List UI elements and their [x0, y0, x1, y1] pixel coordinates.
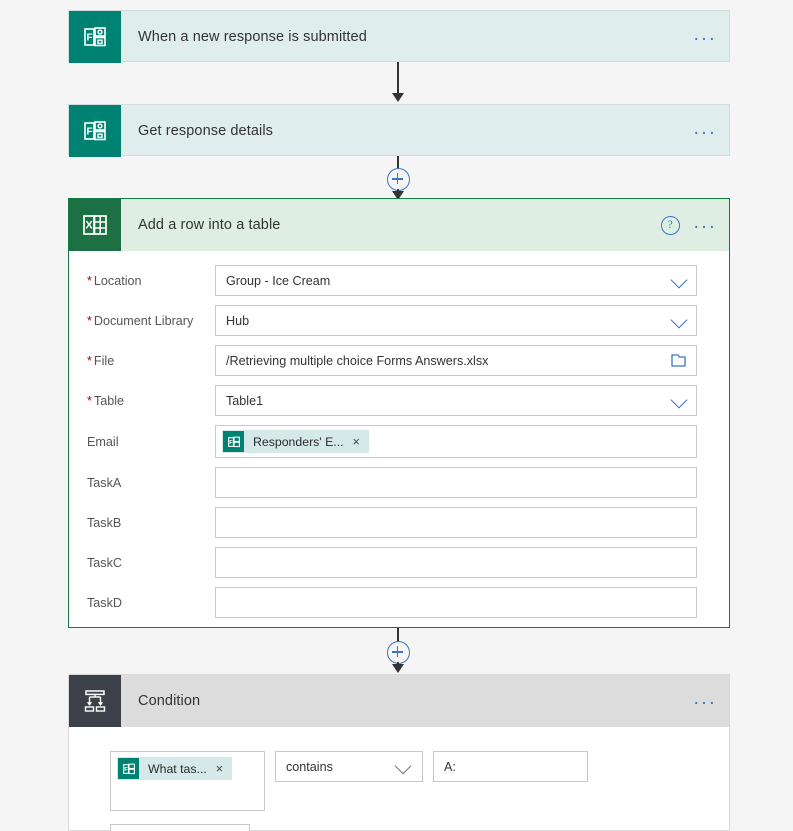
- taskb-input[interactable]: [215, 507, 697, 538]
- field-row-email: Email F Responders' E... ×: [69, 425, 729, 458]
- svg-text:F: F: [229, 440, 233, 446]
- field-row-taskb: TaskB: [69, 507, 729, 538]
- remove-token-icon[interactable]: ×: [353, 435, 369, 449]
- file-value: /Retrieving multiple choice Forms Answer…: [226, 353, 489, 368]
- condition-left-operand-input[interactable]: F What tas... ×: [110, 751, 265, 811]
- svg-text:F: F: [86, 127, 92, 138]
- insert-step-button[interactable]: [386, 641, 410, 664]
- condition-operator-value: contains: [286, 759, 333, 774]
- card-when-a-new-response-is-submitted[interactable]: F When a new response is submitted ...: [68, 10, 730, 63]
- connector-arrow: [391, 93, 404, 102]
- insert-step-button[interactable]: [386, 168, 410, 191]
- help-icon[interactable]: ?: [660, 215, 680, 235]
- card-title: Add a row into a table: [138, 217, 281, 233]
- field-label-taskd: TaskD: [87, 595, 122, 610]
- token-label: What tas...: [148, 761, 207, 776]
- field-label-email: Email: [87, 434, 119, 449]
- taskd-input[interactable]: [215, 587, 697, 618]
- card-header-actions: ...: [694, 675, 717, 727]
- table-value: Table1: [226, 393, 264, 408]
- condition-add-row-input[interactable]: [110, 824, 250, 831]
- card-header: Condition ...: [69, 675, 729, 727]
- excel-action-fields: * Location Group - Ice Cream * Document Li…: [69, 251, 729, 645]
- microsoft-forms-icon: F: [69, 11, 121, 63]
- field-row-taskc: TaskC: [69, 547, 729, 578]
- condition-secondary-row: [69, 824, 729, 831]
- card-title: Get response details: [138, 123, 273, 139]
- card-header: F Get response details ...: [69, 105, 729, 157]
- token-label: Responders' E...: [253, 434, 344, 449]
- flow-designer-canvas: F When a new response is submitted ... F…: [0, 0, 793, 831]
- table-dropdown[interactable]: Table1: [215, 385, 697, 416]
- field-label-taskb: TaskB: [87, 515, 122, 530]
- folder-picker-icon[interactable]: [671, 353, 686, 367]
- field-label-location: * Location: [87, 273, 142, 288]
- condition-right-operand-input[interactable]: A:: [433, 751, 588, 782]
- required-indicator: *: [87, 273, 92, 288]
- card-header-actions: ...: [694, 105, 717, 157]
- field-row-document-library: * Document Library Hub: [69, 305, 729, 336]
- condition-branch-icon: [69, 675, 121, 727]
- field-label-taskc: TaskC: [87, 555, 122, 570]
- card-header-actions: ? ...: [660, 199, 717, 251]
- document-library-value: Hub: [226, 313, 250, 328]
- field-row-taskd: TaskD: [69, 587, 729, 618]
- field-label-taska: TaskA: [87, 475, 122, 490]
- chevron-down-icon: [670, 391, 688, 408]
- field-row-file: * File /Retrieving multiple choice Forms …: [69, 345, 729, 376]
- excel-icon: X: [69, 199, 121, 251]
- required-indicator: *: [87, 393, 92, 408]
- card-header: F When a new response is submitted ...: [69, 11, 729, 63]
- field-row-location: * Location Group - Ice Cream: [69, 265, 729, 296]
- condition-operator-dropdown[interactable]: contains: [275, 751, 423, 782]
- field-row-taska: TaskA: [69, 467, 729, 498]
- condition-body: F What tas... × contains A:: [69, 727, 729, 831]
- taskc-input[interactable]: [215, 547, 697, 578]
- svg-text:X: X: [85, 220, 93, 232]
- required-indicator: *: [87, 313, 92, 328]
- chevron-down-icon: [670, 311, 688, 328]
- card-header-actions: ...: [694, 11, 717, 63]
- condition-value: A:: [444, 759, 456, 774]
- remove-token-icon[interactable]: ×: [216, 762, 232, 776]
- field-label-table: * Table: [87, 393, 125, 408]
- taska-input[interactable]: [215, 467, 697, 498]
- microsoft-forms-icon: F: [69, 105, 121, 157]
- document-library-dropdown[interactable]: Hub: [215, 305, 697, 336]
- condition-expression-row: F What tas... × contains A:: [69, 751, 729, 811]
- field-row-table: * Table Table1: [69, 385, 729, 416]
- chevron-down-icon: [394, 757, 412, 774]
- svg-text:F: F: [86, 33, 92, 44]
- dynamic-content-token-responders-email[interactable]: F Responders' E... ×: [222, 430, 369, 453]
- microsoft-forms-icon: F: [223, 431, 244, 452]
- field-label-file: * File: [87, 353, 115, 368]
- chevron-down-icon: [670, 271, 688, 288]
- svg-text:F: F: [124, 767, 128, 773]
- microsoft-forms-icon: F: [118, 758, 139, 779]
- more-options-icon[interactable]: ...: [694, 213, 717, 238]
- required-indicator: *: [87, 353, 92, 368]
- card-header: X Add a row into a table ? ...: [69, 199, 729, 251]
- dynamic-content-token-what-task[interactable]: F What tas... ×: [117, 757, 233, 780]
- field-label-document-library: * Document Library: [87, 313, 194, 328]
- location-value: Group - Ice Cream: [226, 273, 331, 288]
- card-title: Condition: [138, 693, 201, 709]
- card-title: When a new response is submitted: [138, 29, 367, 45]
- file-input[interactable]: /Retrieving multiple choice Forms Answer…: [215, 345, 697, 376]
- card-get-response-details[interactable]: F Get response details ...: [68, 104, 730, 157]
- connector-line: [397, 62, 399, 95]
- location-dropdown[interactable]: Group - Ice Cream: [215, 265, 697, 296]
- more-options-icon[interactable]: ...: [694, 119, 717, 144]
- more-options-icon[interactable]: ...: [694, 689, 717, 714]
- email-input[interactable]: F Responders' E... ×: [215, 425, 697, 458]
- card-condition[interactable]: Condition ... F What tas... × contains A…: [68, 674, 730, 831]
- more-options-icon[interactable]: ...: [694, 25, 717, 50]
- card-add-a-row-into-a-table[interactable]: X Add a row into a table ? ... * Location…: [68, 198, 730, 628]
- connector-arrow: [391, 664, 404, 673]
